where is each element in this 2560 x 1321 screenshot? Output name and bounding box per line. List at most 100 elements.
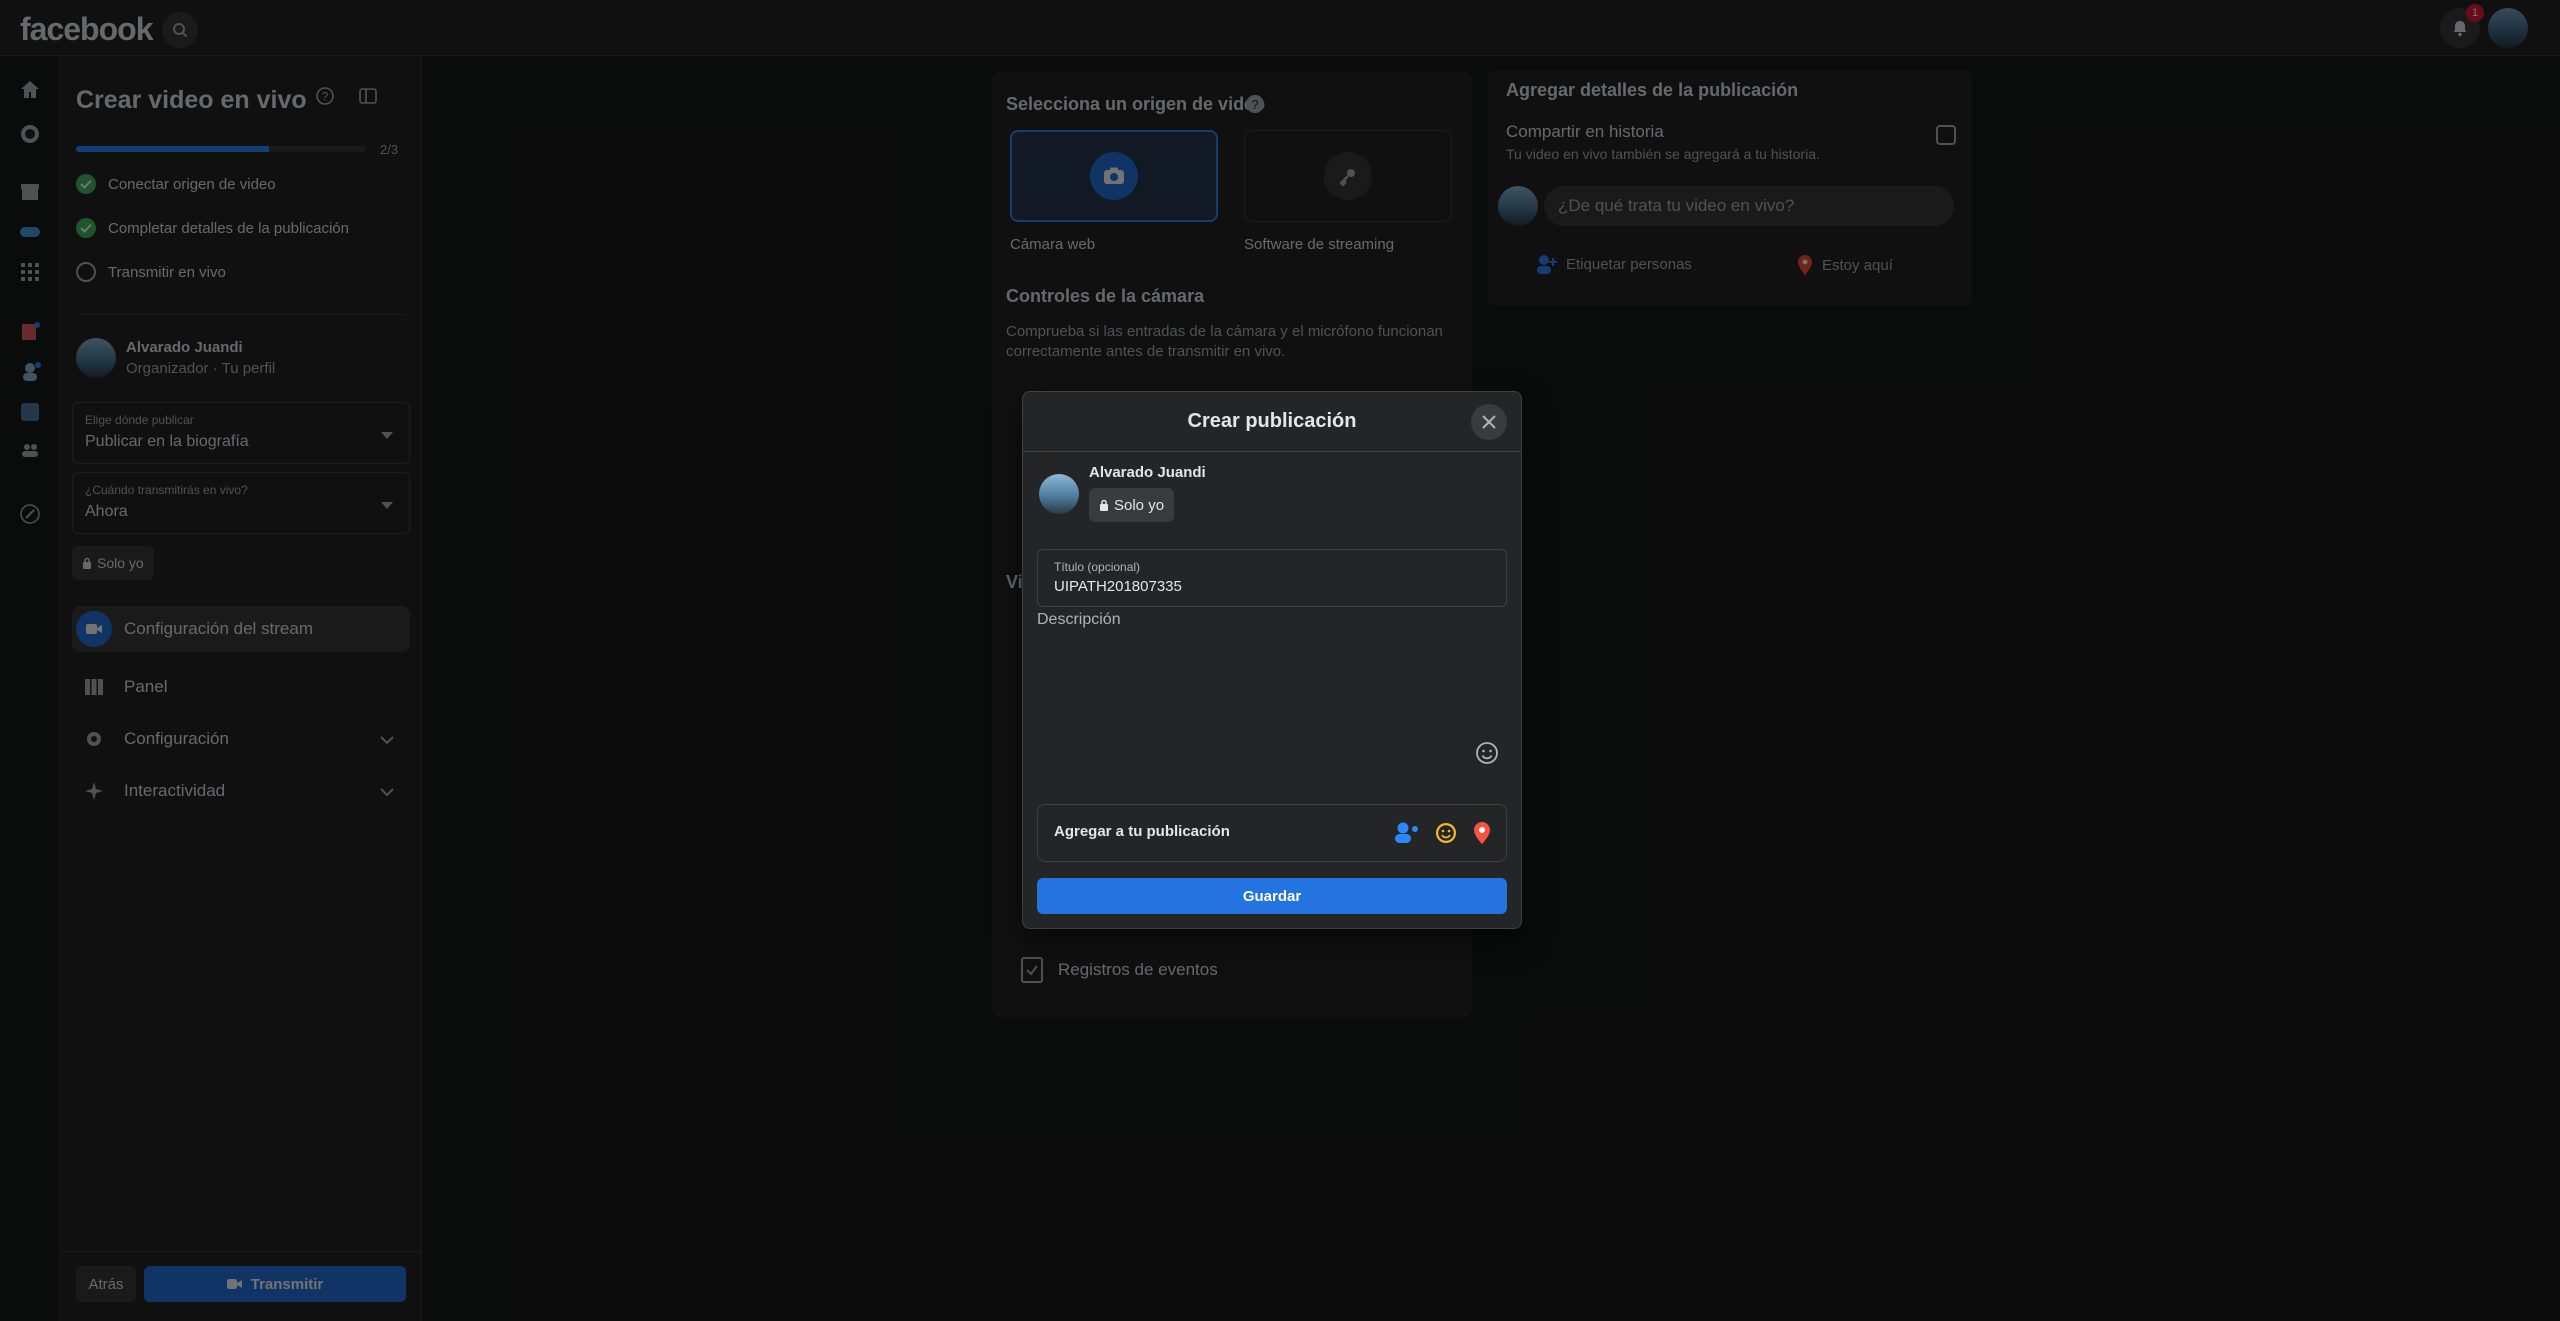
- tag-person-icon[interactable]: [1394, 821, 1420, 845]
- camera-controls-title: Controles de la cámara: [1006, 286, 1205, 306]
- empty-circle-icon: [76, 262, 96, 282]
- select-value: Ahora: [85, 503, 128, 520]
- when-to-go-live-select[interactable]: ¿Cuándo transmitirás en vivo? Ahora: [72, 472, 410, 534]
- key-icon: [1324, 152, 1372, 200]
- sparkle-icon: [76, 773, 112, 809]
- audience-selector[interactable]: Solo yo: [1089, 488, 1175, 522]
- post-description-input[interactable]: ¿De qué trata tu video en vivo?: [1544, 186, 1954, 226]
- facebook-logo[interactable]: facebook: [20, 11, 153, 48]
- info-icon[interactable]: ?: [1245, 94, 1265, 119]
- top-bar: facebook 1: [0, 0, 2560, 56]
- dialog-title: Crear publicación: [1187, 410, 1357, 432]
- step-label: Completar detalles de la publicación: [108, 219, 349, 237]
- tag-people-label: Etiquetar personas: [1566, 255, 1692, 273]
- svg-text:?: ?: [1251, 97, 1258, 112]
- share-story-checkbox[interactable]: [1936, 125, 1956, 145]
- streaming-software-label: Software de streaming: [1244, 236, 1395, 253]
- smiley-icon: [1476, 742, 1498, 764]
- setup-progress-fill: [76, 146, 270, 152]
- select-label: ¿Cuándo transmitirás en vivo?: [85, 483, 248, 497]
- lock-icon: [1100, 499, 1108, 511]
- streaming-software-option[interactable]: [1244, 130, 1452, 222]
- setup-progress-bar: [76, 146, 366, 152]
- avatar: [1039, 474, 1079, 514]
- post-details-title: Agregar detalles de la publicación: [1506, 80, 1799, 100]
- panel-footer: Atrás Transmitir: [60, 1251, 422, 1321]
- caret-down-icon: [381, 497, 393, 515]
- step-label: Transmitir en vivo: [108, 263, 226, 281]
- menu-grid-icon[interactable]: [18, 260, 42, 284]
- account-avatar[interactable]: [2488, 8, 2528, 48]
- event-log-label: Registros de eventos: [1058, 960, 1218, 979]
- check-icon: [76, 174, 96, 194]
- emoji-picker-button[interactable]: [1475, 741, 1499, 770]
- where-to-post-select[interactable]: Elige dónde publicar Publicar en la biog…: [72, 402, 410, 464]
- panel-title: Crear video en vivo: [76, 86, 307, 114]
- partial-section-heading: Vi: [1006, 572, 1023, 592]
- nav-label: Panel: [124, 677, 168, 696]
- location-pin-icon[interactable]: [1472, 821, 1492, 845]
- link-icon[interactable]: [18, 502, 42, 526]
- go-live-label: Transmitir: [250, 1275, 324, 1293]
- video-camera-icon: [226, 1279, 242, 1289]
- video-camera-icon: [76, 611, 112, 647]
- step-complete-details: Completar detalles de la publicación: [76, 218, 349, 238]
- close-icon: [1482, 415, 1496, 429]
- globe-icon[interactable]: [18, 122, 42, 146]
- nav-interactivity[interactable]: Interactividad: [72, 768, 410, 814]
- dashboard-icon: [76, 669, 112, 705]
- home-icon[interactable]: [18, 78, 42, 102]
- nav-label: Configuración del stream: [124, 619, 313, 638]
- setup-progress-text: 2/3: [380, 142, 399, 157]
- nav-dashboard[interactable]: Panel: [72, 664, 410, 710]
- dialog-user-name: Alvarado Juandi: [1089, 464, 1206, 481]
- live-setup-panel: Crear video en vivo ? 2/3 Conectar orige…: [60, 56, 422, 1321]
- search-icon: [173, 23, 188, 38]
- divider: [76, 314, 406, 315]
- privacy-label: Solo yo: [97, 555, 144, 571]
- step-go-live: Transmitir en vivo: [76, 262, 226, 282]
- card-separator: [992, 280, 1472, 281]
- privacy-button[interactable]: Solo yo: [72, 546, 154, 580]
- marketplace-icon[interactable]: [18, 180, 42, 204]
- description-input[interactable]: Descripción: [1037, 611, 1121, 629]
- caret-down-icon: [381, 427, 393, 445]
- check-in-button[interactable]: Estoy aquí: [1796, 254, 1893, 276]
- search-button[interactable]: [162, 12, 198, 48]
- collapse-panel-icon[interactable]: [358, 86, 378, 111]
- back-button[interactable]: Atrás: [76, 1266, 136, 1302]
- nav-label: Configuración: [124, 729, 229, 748]
- event-log-row[interactable]: Registros de eventos: [1020, 956, 1218, 984]
- video-source-title: Selecciona un origen de video: [1006, 94, 1266, 114]
- webcam-label: Cámara web: [1010, 236, 1096, 253]
- post-details-card: Agregar detalles de la publicación Compa…: [1488, 70, 1972, 306]
- feeling-icon[interactable]: [1434, 821, 1458, 845]
- document-icon: [1021, 957, 1043, 983]
- nav-settings[interactable]: Configuración: [72, 716, 410, 762]
- camera-controls-description: Comprueba si las entradas de la cámara y…: [1006, 322, 1443, 362]
- close-button[interactable]: [1471, 404, 1507, 440]
- camera-icon: [1090, 152, 1138, 200]
- avatar: [1498, 186, 1538, 226]
- webcam-option[interactable]: [1010, 130, 1218, 222]
- title-input[interactable]: Título (opcional) UIPATH201807335: [1037, 549, 1507, 607]
- help-icon[interactable]: ?: [315, 86, 335, 111]
- people-icon[interactable]: [18, 438, 42, 462]
- page-shortcut-icon[interactable]: [18, 400, 42, 424]
- pages-icon[interactable]: [18, 320, 42, 344]
- check-in-label: Estoy aquí: [1822, 256, 1893, 274]
- group-icon[interactable]: [18, 360, 42, 384]
- bell-icon: [2453, 21, 2467, 37]
- gear-icon: [76, 721, 112, 757]
- go-live-button[interactable]: Transmitir: [144, 1266, 406, 1302]
- add-to-post-actions: [1394, 821, 1492, 845]
- organizer-row: Alvarado Juandi Organizador · Tu perfil: [76, 338, 275, 378]
- nav-stream-setup[interactable]: Configuración del stream: [72, 606, 410, 652]
- avatar: [76, 338, 116, 378]
- tag-people-button[interactable]: Etiquetar personas: [1536, 254, 1692, 274]
- share-story-label: Compartir en historia: [1506, 122, 1664, 141]
- gaming-icon[interactable]: [18, 220, 42, 244]
- notification-badge: 1: [2466, 4, 2484, 22]
- save-button[interactable]: Guardar: [1037, 878, 1507, 914]
- step-connect-source: Conectar origen de video: [76, 174, 276, 194]
